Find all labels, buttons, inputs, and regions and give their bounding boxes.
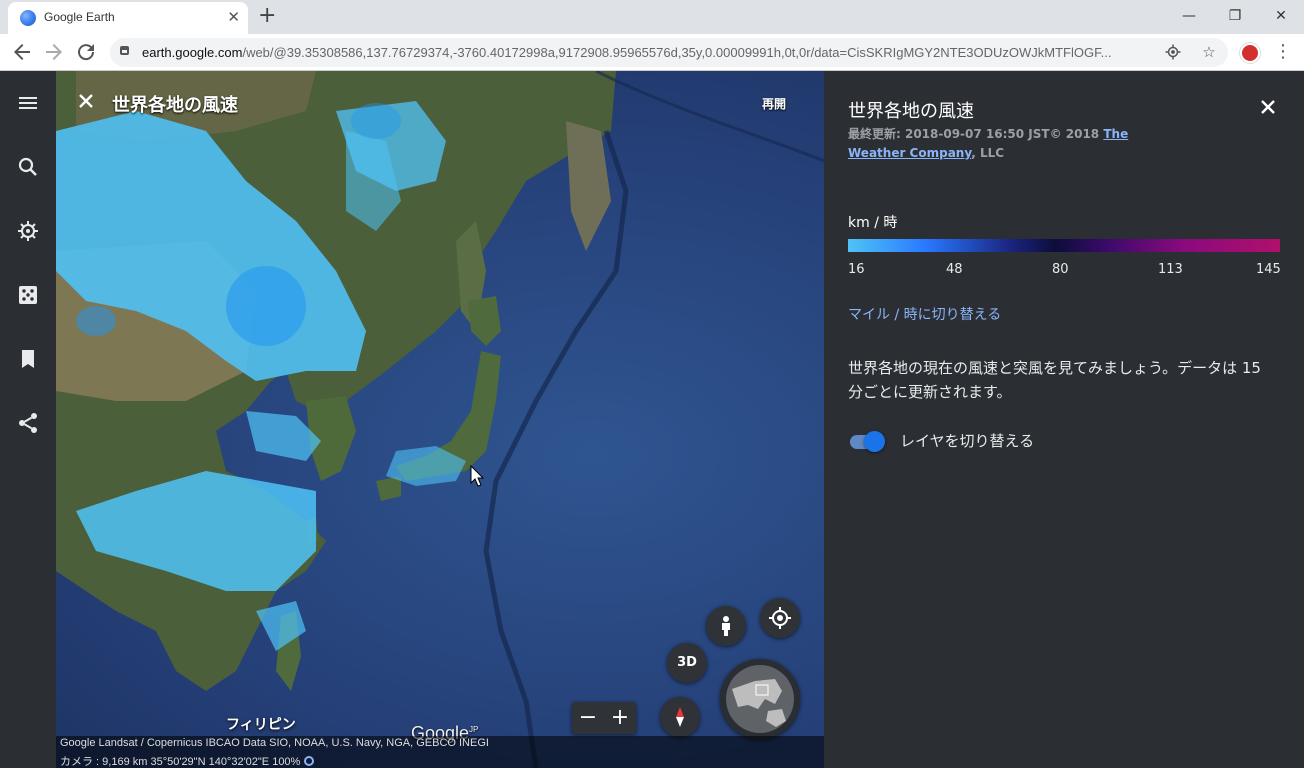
layer-description: 世界各地の現在の風速と突風を見てみましょう。データは 15 分ごとに更新されます… — [848, 359, 1261, 401]
bookmark-star-icon[interactable]: ☆ — [1200, 43, 1218, 61]
panel-title: 世界各地の風速 — [848, 101, 974, 122]
layer-toggle-switch[interactable] — [848, 430, 886, 452]
url-host: earth.google.com — [142, 45, 243, 60]
map-layer-title: 世界各地の風速 — [112, 95, 238, 116]
minimize-button[interactable]: — — [1166, 4, 1212, 28]
mouse-cursor-icon — [470, 464, 485, 491]
3d-toggle-button[interactable]: 3D — [667, 643, 707, 683]
google-earth-app: 世界各地の風速 再開 3D − + フィリピン GoogleJP Google … — [0, 71, 1304, 768]
voyager-wheel-icon[interactable] — [16, 219, 40, 243]
panel-close-icon[interactable] — [1256, 95, 1280, 119]
google-earth-favicon-icon — [20, 10, 36, 26]
switch-units-link[interactable]: マイル / 時に切り替える — [848, 304, 1001, 324]
compass-icon — [676, 707, 684, 727]
layer-info-panel: 世界各地の風速 最終更新: 2018-09-07 16:50 JST© 2018… — [824, 71, 1304, 768]
street-view-pegman-button[interactable] — [706, 606, 746, 646]
lock-icon — [120, 46, 129, 55]
scale-tick: 16 — [848, 262, 865, 277]
wind-speed-color-scale — [848, 239, 1280, 252]
scale-unit-label: km / 時 — [848, 215, 898, 231]
attribution-bar: Google Landsat / Copernicus IBCAO Data S… — [56, 736, 824, 768]
pegman-icon — [722, 616, 730, 636]
browser-tab[interactable]: Google Earth ✕ — [8, 2, 248, 34]
toggle-knob — [864, 431, 885, 452]
forward-arrow-icon — [46, 44, 62, 60]
reload-icon — [78, 44, 95, 61]
my-location-button[interactable] — [760, 598, 800, 638]
dice-feeling-lucky-icon[interactable] — [16, 283, 40, 307]
forward-button[interactable] — [42, 40, 66, 64]
zoom-out-button[interactable]: − — [572, 704, 604, 732]
loading-ring-icon — [304, 756, 315, 766]
map-place-label: フィリピン — [226, 717, 296, 733]
scale-tick: 145 — [1256, 262, 1281, 277]
globe-terrain-render — [56, 71, 824, 768]
back-arrow-icon — [14, 44, 30, 60]
compass-button[interactable] — [660, 697, 700, 737]
globe-map-view[interactable]: 世界各地の風速 再開 3D − + フィリピン GoogleJP Google … — [56, 71, 824, 768]
reload-button[interactable] — [74, 40, 98, 64]
resume-button[interactable]: 再開 — [762, 95, 786, 112]
zoom-in-button[interactable]: + — [604, 704, 636, 732]
google-logo-region: JP — [469, 725, 479, 734]
bookmark-icon[interactable] — [16, 347, 40, 371]
scale-tick: 80 — [1052, 262, 1069, 277]
menu-icon[interactable] — [16, 91, 40, 115]
updated-prefix: 最終更新: 2018-09-07 16:50 JST© 2018 — [848, 127, 1104, 141]
last-updated-text: 最終更新: 2018-09-07 16:50 JST© 2018 The Wea… — [848, 125, 1178, 163]
search-icon[interactable] — [16, 155, 40, 179]
updated-suffix: , LLC — [971, 146, 1005, 160]
globe-overview-icon — [726, 665, 794, 733]
data-attribution[interactable]: Google Landsat / Copernicus IBCAO Data S… — [60, 737, 489, 749]
url-path: /web/@39.35308586,137.76729374,-3760.401… — [242, 45, 1112, 60]
window-close-button[interactable]: ✕ — [1258, 4, 1304, 28]
address-bar[interactable]: earth.google.com/web/@39.35308586,137.76… — [110, 38, 1228, 67]
browser-menu-icon[interactable]: ⋮ — [1274, 42, 1292, 62]
left-nav-rail — [0, 71, 56, 768]
back-button[interactable] — [10, 40, 34, 64]
share-icon[interactable] — [16, 411, 40, 435]
tab-close-icon[interactable]: ✕ — [227, 8, 240, 26]
profile-avatar[interactable] — [1240, 43, 1260, 63]
map-close-icon[interactable] — [74, 89, 98, 113]
url-text[interactable]: earth.google.com/web/@39.35308586,137.76… — [142, 45, 1148, 60]
browser-tabstrip: Google Earth ✕ + — ❐ ✕ — [0, 0, 1304, 34]
layer-toggle-label[interactable]: レイヤを切り替える — [900, 430, 1034, 451]
my-location-icon — [769, 607, 791, 629]
location-target-icon[interactable] — [1164, 43, 1182, 61]
scale-tick: 113 — [1158, 262, 1183, 277]
camera-readout: カメラ : 9,169 km 35°50'29"N 140°32'02"E 10… — [60, 756, 301, 768]
zoom-control: − + — [572, 702, 636, 734]
overview-minimap[interactable] — [720, 659, 800, 739]
camera-status: カメラ : 9,169 km 35°50'29"N 140°32'02"E 10… — [60, 753, 315, 768]
browser-toolbar: earth.google.com/web/@39.35308586,137.76… — [0, 34, 1304, 71]
tab-title: Google Earth — [44, 10, 115, 24]
restore-button[interactable]: ❐ — [1212, 4, 1258, 28]
scale-tick: 48 — [946, 262, 963, 277]
new-tab-button[interactable]: + — [258, 3, 276, 29]
